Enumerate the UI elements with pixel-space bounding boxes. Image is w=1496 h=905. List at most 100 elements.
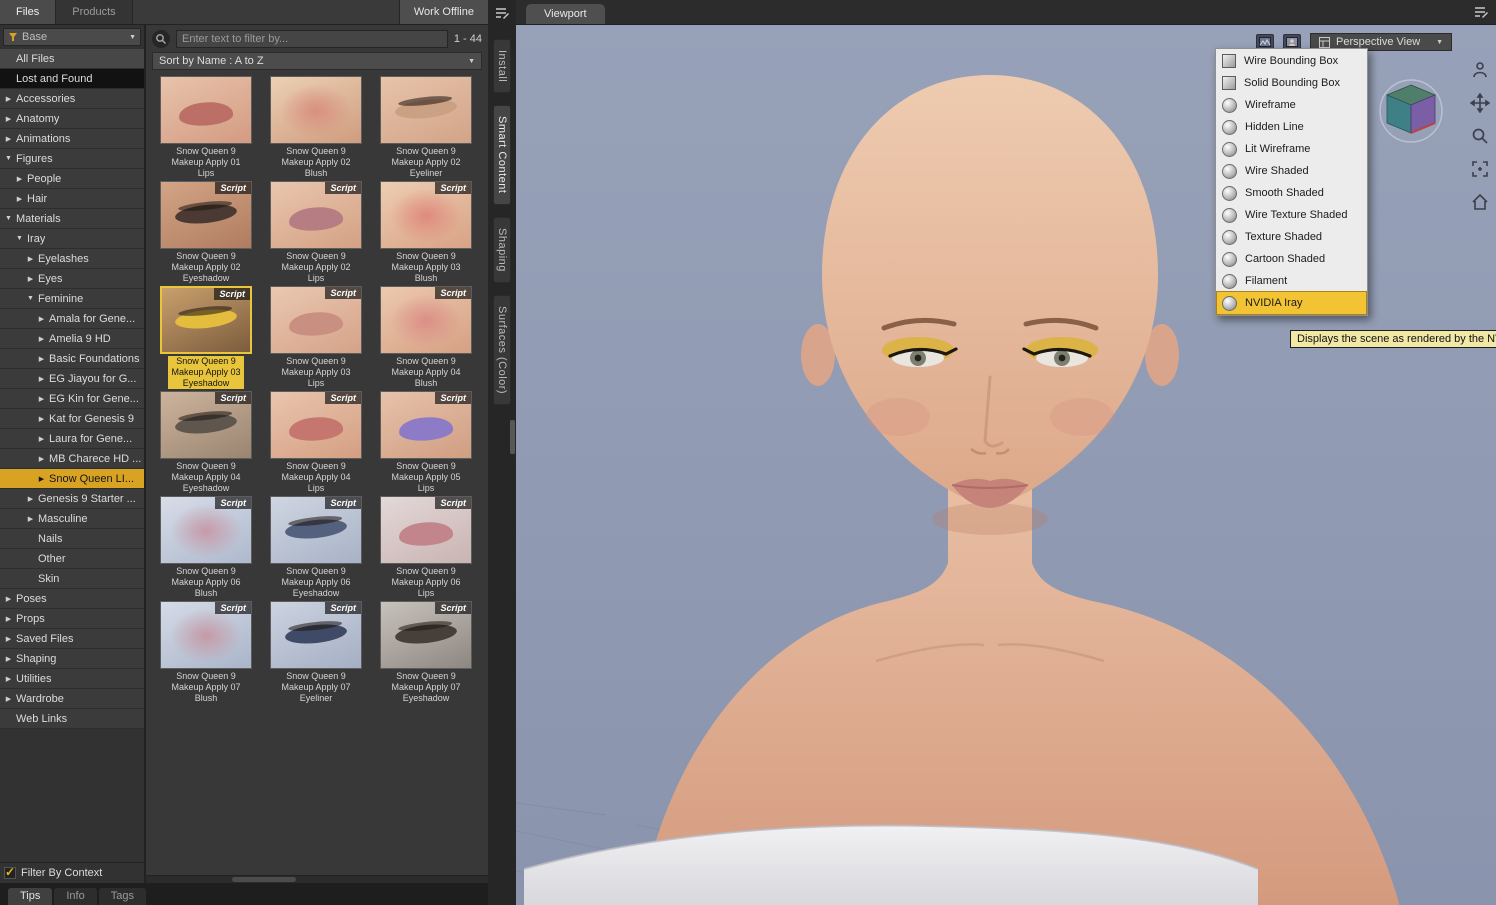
sort-dropdown[interactable]: Sort by Name : A to Z ▼: [152, 52, 482, 70]
tree-item-poses[interactable]: ▶ Poses: [0, 589, 144, 609]
menu-item-wire-texture-shaded[interactable]: Wire Texture Shaded: [1217, 204, 1366, 226]
tree-item-skin[interactable]: Skin: [0, 569, 144, 589]
panel-menu-icon[interactable]: [493, 4, 511, 27]
tree-item-eyes[interactable]: ▶ Eyes: [0, 269, 144, 289]
asset-item-snow-queen-9-makeup-apply-04-eyeshadow[interactable]: Script Snow Queen 9 Makeup Apply 04 Eyeshad…: [152, 391, 260, 494]
script-badge: Script: [215, 182, 251, 194]
side-tab-surfaces-color[interactable]: Surfaces (Color): [493, 294, 511, 405]
menu-item-texture-shaded[interactable]: Texture Shaded: [1217, 226, 1366, 248]
pan-tool-icon[interactable]: [1469, 92, 1491, 114]
tree-item-materials[interactable]: ▼ Materials: [0, 209, 144, 229]
asset-label: Snow Queen 9 Makeup Apply 03 Blush: [391, 251, 461, 283]
asset-item-snow-queen-9-makeup-apply-03-lips[interactable]: Script Snow Queen 9 Makeup Apply 03 Lips: [262, 286, 370, 389]
tree-item-animations[interactable]: ▶ Animations: [0, 129, 144, 149]
tree-item-iray[interactable]: ▼ Iray: [0, 229, 144, 249]
work-offline-button[interactable]: Work Offline: [398, 0, 488, 24]
tab-tips[interactable]: Tips: [8, 888, 53, 905]
asset-item-snow-queen-9-makeup-apply-02-eyeshadow[interactable]: Script Snow Queen 9 Makeup Apply 02 Eyeshad…: [152, 181, 260, 284]
filter-by-context-checkbox[interactable]: [4, 865, 16, 879]
asset-item-snow-queen-9-makeup-apply-04-lips[interactable]: Script Snow Queen 9 Makeup Apply 04 Lips: [262, 391, 370, 494]
menu-item-label: Hidden Line: [1245, 121, 1304, 133]
side-tab-install[interactable]: Install: [493, 39, 511, 94]
asset-item-snow-queen-9-makeup-apply-02-blush[interactable]: Snow Queen 9 Makeup Apply 02 Blush: [262, 76, 370, 179]
frame-view-icon[interactable]: [1469, 158, 1491, 180]
menu-item-lit-wireframe[interactable]: Lit Wireframe: [1217, 138, 1366, 160]
home-view-icon[interactable]: [1469, 191, 1491, 213]
menu-item-solid-bounding-box[interactable]: Solid Bounding Box: [1217, 72, 1366, 94]
side-tab-shaping[interactable]: Shaping: [493, 216, 511, 283]
tab-products[interactable]: Products: [56, 0, 133, 24]
result-count: 1 - 44: [453, 32, 482, 45]
tree-item-utilities[interactable]: ▶ Utilities: [0, 669, 144, 689]
tree-item-laura-for-gene[interactable]: ▶ Laura for Gene...: [0, 429, 144, 449]
tab-files[interactable]: Files: [0, 0, 57, 24]
panel-menu-icon[interactable]: [1472, 3, 1490, 26]
tree-item-snow-queen-li[interactable]: ▶ Snow Queen LI...: [0, 469, 144, 489]
horizontal-scrollbar[interactable]: [146, 875, 488, 883]
scrollbar-handle[interactable]: [232, 877, 296, 882]
asset-item-snow-queen-9-makeup-apply-07-eyeshadow[interactable]: Script Snow Queen 9 Makeup Apply 07 Eyeshad…: [372, 601, 480, 704]
tree-item-wardrobe[interactable]: ▶ Wardrobe: [0, 689, 144, 709]
asset-item-snow-queen-9-makeup-apply-06-eyeshadow[interactable]: Script Snow Queen 9 Makeup Apply 06 Eyeshad…: [262, 496, 370, 599]
viewport-canvas[interactable]: Perspective View ▼ Wire Bounding Box Sol…: [516, 25, 1496, 905]
side-tab-smart-content[interactable]: Smart Content: [493, 105, 511, 205]
menu-item-nvidia-iray[interactable]: NVIDIA Iray: [1216, 291, 1367, 315]
search-icon[interactable]: [152, 29, 170, 48]
asset-item-snow-queen-9-makeup-apply-03-blush[interactable]: Script Snow Queen 9 Makeup Apply 03 Blush: [372, 181, 480, 284]
tree-item-kat-for-genesis-9[interactable]: ▶ Kat for Genesis 9: [0, 409, 144, 429]
tree-item-all-files[interactable]: All Files: [0, 49, 144, 69]
tree-item-amelia-9-hd[interactable]: ▶ Amelia 9 HD: [0, 329, 144, 349]
menu-item-hidden-line[interactable]: Hidden Line: [1217, 116, 1366, 138]
search-input[interactable]: [176, 29, 448, 48]
menu-item-smooth-shaded[interactable]: Smooth Shaded: [1217, 182, 1366, 204]
tree-item-eg-kin-for-gene[interactable]: ▶ EG Kin for Gene...: [0, 389, 144, 409]
tree-item-people[interactable]: ▶ People: [0, 169, 144, 189]
tree-item-masculine[interactable]: ▶ Masculine: [0, 509, 144, 529]
tree-item-eg-jiayou-for-g[interactable]: ▶ EG Jiayou for G...: [0, 369, 144, 389]
tree-item-anatomy[interactable]: ▶ Anatomy: [0, 109, 144, 129]
tree-item-saved-files[interactable]: ▶ Saved Files: [0, 629, 144, 649]
tree-item-lost-and-found[interactable]: Lost and Found: [0, 69, 144, 89]
tab-viewport[interactable]: Viewport: [526, 4, 605, 24]
camera-figure-icon[interactable]: [1469, 59, 1491, 81]
menu-item-wireframe[interactable]: Wireframe: [1217, 94, 1366, 116]
base-filter-dropdown[interactable]: Base ▼: [3, 28, 141, 46]
menu-item-wire-bounding-box[interactable]: Wire Bounding Box: [1217, 50, 1366, 72]
tree-item-props[interactable]: ▶ Props: [0, 609, 144, 629]
vertical-scrollbar-handle[interactable]: [510, 420, 515, 454]
tree-item-nails[interactable]: Nails: [0, 529, 144, 549]
menu-item-filament[interactable]: Filament: [1217, 270, 1366, 292]
asset-item-snow-queen-9-makeup-apply-04-blush[interactable]: Script Snow Queen 9 Makeup Apply 04 Blush: [372, 286, 480, 389]
tree-item-hair[interactable]: ▶ Hair: [0, 189, 144, 209]
tree-item-accessories[interactable]: ▶ Accessories: [0, 89, 144, 109]
tree-item-web-links[interactable]: Web Links: [0, 709, 144, 729]
asset-item-snow-queen-9-makeup-apply-06-blush[interactable]: Script Snow Queen 9 Makeup Apply 06 Blush: [152, 496, 260, 599]
asset-item-snow-queen-9-makeup-apply-07-eyeliner[interactable]: Script Snow Queen 9 Makeup Apply 07 Eyeline…: [262, 601, 370, 704]
zoom-tool-icon[interactable]: [1469, 125, 1491, 147]
view-cube[interactable]: [1377, 77, 1445, 150]
filter-by-context-row[interactable]: Filter By Context: [0, 862, 144, 883]
asset-item-snow-queen-9-makeup-apply-07-blush[interactable]: Script Snow Queen 9 Makeup Apply 07 Blush: [152, 601, 260, 704]
tab-info[interactable]: Info: [54, 888, 97, 905]
asset-thumbnail: Script: [270, 286, 362, 354]
asset-item-snow-queen-9-makeup-apply-06-lips[interactable]: Script Snow Queen 9 Makeup Apply 06 Lips: [372, 496, 480, 599]
tree-item-shaping[interactable]: ▶ Shaping: [0, 649, 144, 669]
tree-item-amala-for-gene[interactable]: ▶ Amala for Gene...: [0, 309, 144, 329]
tree-item-feminine[interactable]: ▼ Feminine: [0, 289, 144, 309]
tree-item-mb-charece-hd[interactable]: ▶ MB Charece HD ...: [0, 449, 144, 469]
asset-item-snow-queen-9-makeup-apply-01-lips[interactable]: Snow Queen 9 Makeup Apply 01 Lips: [152, 76, 260, 179]
side-tab-strip: Install Smart Content Shaping Surfaces (…: [488, 0, 516, 905]
tree-item-genesis-9-starter[interactable]: ▶ Genesis 9 Starter ...: [0, 489, 144, 509]
draw-style-menu: Wire Bounding Box Solid Bounding Box Wiref…: [1215, 48, 1368, 316]
asset-item-snow-queen-9-makeup-apply-02-eyeliner[interactable]: Snow Queen 9 Makeup Apply 02 Eyeliner: [372, 76, 480, 179]
asset-item-snow-queen-9-makeup-apply-05-lips[interactable]: Script Snow Queen 9 Makeup Apply 05 Lips: [372, 391, 480, 494]
tab-tags[interactable]: Tags: [98, 888, 146, 905]
tree-item-basic-foundations[interactable]: ▶ Basic Foundations: [0, 349, 144, 369]
tree-item-other[interactable]: Other: [0, 549, 144, 569]
tree-item-figures[interactable]: ▼ Figures: [0, 149, 144, 169]
asset-item-snow-queen-9-makeup-apply-03-eyeshadow[interactable]: Script Snow Queen 9 Makeup Apply 03 Eyeshad…: [152, 286, 260, 389]
asset-item-snow-queen-9-makeup-apply-02-lips[interactable]: Script Snow Queen 9 Makeup Apply 02 Lips: [262, 181, 370, 284]
menu-item-wire-shaded[interactable]: Wire Shaded: [1217, 160, 1366, 182]
menu-item-cartoon-shaded[interactable]: Cartoon Shaded: [1217, 248, 1366, 270]
tree-item-eyelashes[interactable]: ▶ Eyelashes: [0, 249, 144, 269]
